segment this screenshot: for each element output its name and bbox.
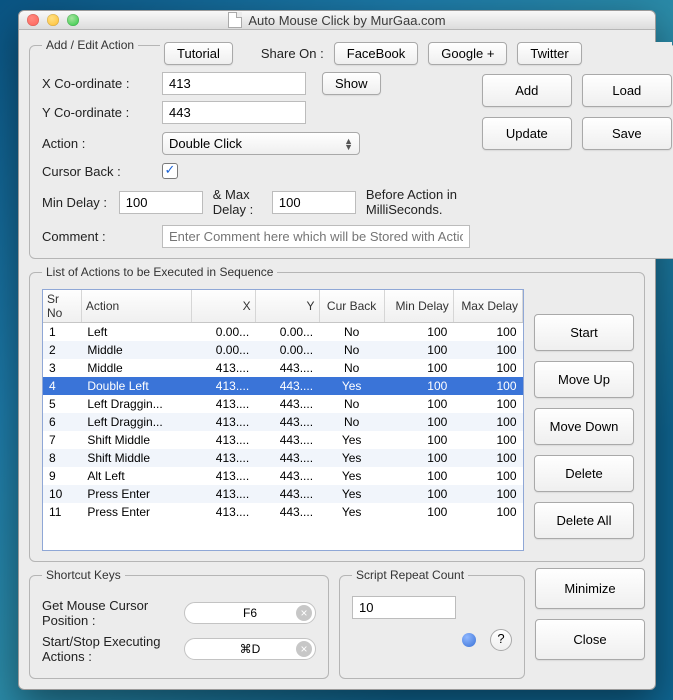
table-row[interactable]: 1Left0.00...0.00...No100100 <box>43 323 523 342</box>
load-button[interactable]: Load <box>582 74 672 107</box>
table-row[interactable]: 9Alt Left413....443....Yes100100 <box>43 467 523 485</box>
action-select[interactable]: Double Click ▲▼ <box>162 132 360 155</box>
table-row[interactable]: 5Left Draggin...413....443....No100100 <box>43 395 523 413</box>
table-header[interactable]: Sr No Action X Y Cur Back Min Delay Max … <box>43 290 523 323</box>
clear-icon[interactable]: × <box>296 641 312 657</box>
close-icon[interactable] <box>27 14 39 26</box>
add-edit-fieldset: Add / Edit Action Tutorial Share On : Fa… <box>29 38 673 259</box>
startstop-shortcut[interactable]: ⌘D × <box>184 638 316 660</box>
get-cursor-pos-shortcut[interactable]: F6 × <box>184 602 316 624</box>
add-button[interactable]: Add <box>482 74 572 107</box>
table-row[interactable]: 6Left Draggin...413....443....No100100 <box>43 413 523 431</box>
close-button[interactable]: Close <box>535 619 645 660</box>
chevron-updown-icon: ▲▼ <box>344 138 353 150</box>
move-up-button[interactable]: Move Up <box>534 361 634 398</box>
action-label: Action : <box>42 136 152 151</box>
startstop-label: Start/Stop Executing Actions : <box>42 634 174 664</box>
table-row[interactable]: 2Middle0.00...0.00...No100100 <box>43 341 523 359</box>
minimize-button[interactable]: Minimize <box>535 568 645 609</box>
cursor-back-checkbox[interactable]: ✓ <box>162 163 178 179</box>
cursor-back-label: Cursor Back : <box>42 164 152 179</box>
window-controls <box>19 14 79 26</box>
facebook-button[interactable]: FaceBook <box>334 42 419 65</box>
delay-suffix-label: Before Action in MilliSeconds. <box>366 187 470 217</box>
titlebar[interactable]: Auto Mouse Click by MurGaa.com <box>19 11 655 30</box>
repeat-count-fieldset: Script Repeat Count ? <box>339 568 525 679</box>
repeat-count-input[interactable] <box>352 596 456 619</box>
document-icon <box>228 12 242 28</box>
max-delay-label: & Max Delay : <box>213 187 262 217</box>
min-delay-label: Min Delay : <box>42 195 109 210</box>
twitter-button[interactable]: Twitter <box>517 42 581 65</box>
show-button[interactable]: Show <box>322 72 381 95</box>
table-row[interactable]: 8Shift Middle413....443....Yes100100 <box>43 449 523 467</box>
x-coord-input[interactable] <box>162 72 306 95</box>
delete-all-button[interactable]: Delete All <box>534 502 634 539</box>
zoom-icon[interactable] <box>67 14 79 26</box>
actions-table[interactable]: Sr No Action X Y Cur Back Min Delay Max … <box>42 289 524 551</box>
x-coord-label: X Co-ordinate : <box>42 76 152 91</box>
get-cursor-pos-label: Get Mouse Cursor Position : <box>42 598 174 628</box>
min-delay-input[interactable] <box>119 191 203 214</box>
add-edit-legend: Add / Edit Action <box>42 38 138 52</box>
share-on-label: Share On : <box>261 46 324 61</box>
table-row[interactable]: 3Middle413....443....No100100 <box>43 359 523 377</box>
tutorial-button[interactable]: Tutorial <box>164 42 233 65</box>
start-button[interactable]: Start <box>534 314 634 351</box>
comment-label: Comment : <box>42 229 152 244</box>
table-row[interactable]: 11Press Enter413....443....Yes100100 <box>43 503 523 521</box>
shortcut-legend: Shortcut Keys <box>42 568 125 582</box>
max-delay-input[interactable] <box>272 191 356 214</box>
shortcut-keys-fieldset: Shortcut Keys Get Mouse Cursor Position … <box>29 568 329 679</box>
help-button[interactable]: ? <box>490 629 512 651</box>
actions-fieldset: List of Actions to be Executed in Sequen… <box>29 265 645 562</box>
minimize-icon[interactable] <box>47 14 59 26</box>
clear-icon[interactable]: × <box>296 605 312 621</box>
repeat-legend: Script Repeat Count <box>352 568 468 582</box>
table-row[interactable]: 7Shift Middle413....443....Yes100100 <box>43 431 523 449</box>
save-button[interactable]: Save <box>582 117 672 150</box>
y-coord-label: Y Co-ordinate : <box>42 105 152 120</box>
status-indicator-icon <box>462 633 476 647</box>
y-coord-input[interactable] <box>162 101 306 124</box>
table-row[interactable]: 4Double Left413....443....Yes100100 <box>43 377 523 395</box>
comment-input[interactable] <box>162 225 470 248</box>
update-button[interactable]: Update <box>482 117 572 150</box>
actions-legend: List of Actions to be Executed in Sequen… <box>42 265 277 279</box>
table-row[interactable]: 10Press Enter413....443....Yes100100 <box>43 485 523 503</box>
app-window: Auto Mouse Click by MurGaa.com Add / Edi… <box>18 10 656 690</box>
window-title: Auto Mouse Click by MurGaa.com <box>19 12 655 28</box>
googleplus-button[interactable]: Google + <box>428 42 507 65</box>
delete-button[interactable]: Delete <box>534 455 634 492</box>
move-down-button[interactable]: Move Down <box>534 408 634 445</box>
